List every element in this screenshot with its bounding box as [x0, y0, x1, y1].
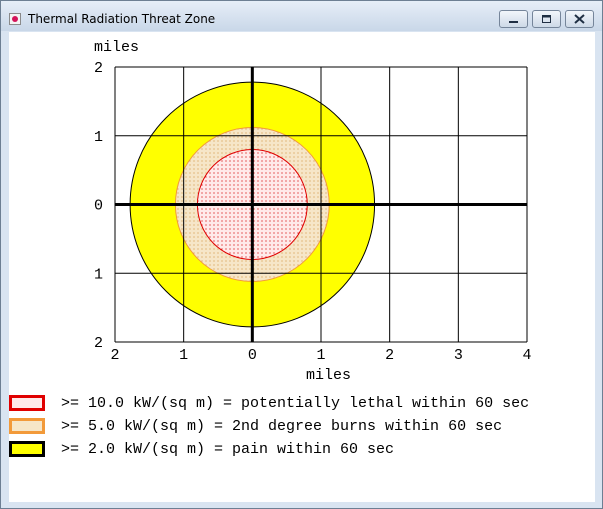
x-tick-label-5: 3 [454, 347, 463, 364]
app-icon[interactable] [9, 13, 21, 25]
y-tick-label-0: 2 [94, 60, 103, 77]
legend-text-burns: >= 5.0 kW/(sq m) = 2nd degree burns with… [61, 418, 503, 435]
y-tick-label-3: 1 [94, 266, 103, 283]
minimize-icon [509, 21, 518, 23]
x-tick-label-0: 2 [110, 347, 119, 364]
x-tick-label-6: 4 [522, 347, 531, 364]
x-tick-label-3: 1 [316, 347, 325, 364]
title-bar[interactable]: Thermal Radiation Threat Zone [1, 1, 602, 31]
legend-swatch-burns [9, 418, 45, 434]
legend-swatch-pain [9, 441, 45, 457]
x-tick-label-4: 2 [385, 347, 394, 364]
app-window: Thermal Radiation Threat Zone 2 1 0 1 2 … [0, 0, 603, 509]
client-area: 2 1 0 1 2 3 4 2 1 0 1 2 miles miles >= 10.0 kW/(sq … [9, 32, 595, 502]
legend-text-lethal: >= 10.0 kW/(sq m) = potentially lethal w… [61, 395, 530, 412]
minimize-button[interactable] [499, 10, 528, 28]
maximize-icon [542, 15, 551, 23]
x-axis-label: miles [306, 367, 351, 384]
legend-text-pain: >= 2.0 kW/(sq m) = pain within 60 sec [61, 441, 395, 458]
x-tick-label-1: 1 [179, 347, 188, 364]
threat-zone-chart: 2 1 0 1 2 3 4 2 1 0 1 2 miles miles [94, 39, 532, 384]
x-tick-label-2: 0 [248, 347, 257, 364]
window-title: Thermal Radiation Threat Zone [28, 12, 216, 26]
close-button[interactable] [565, 10, 594, 28]
maximize-button[interactable] [532, 10, 561, 28]
y-tick-label-4: 2 [94, 335, 103, 352]
legend-swatch-lethal [9, 395, 45, 411]
y-tick-label-2: 0 [94, 198, 103, 215]
close-icon [574, 14, 585, 24]
y-axis-label: miles [94, 39, 139, 56]
y-tick-label-1: 1 [94, 129, 103, 146]
